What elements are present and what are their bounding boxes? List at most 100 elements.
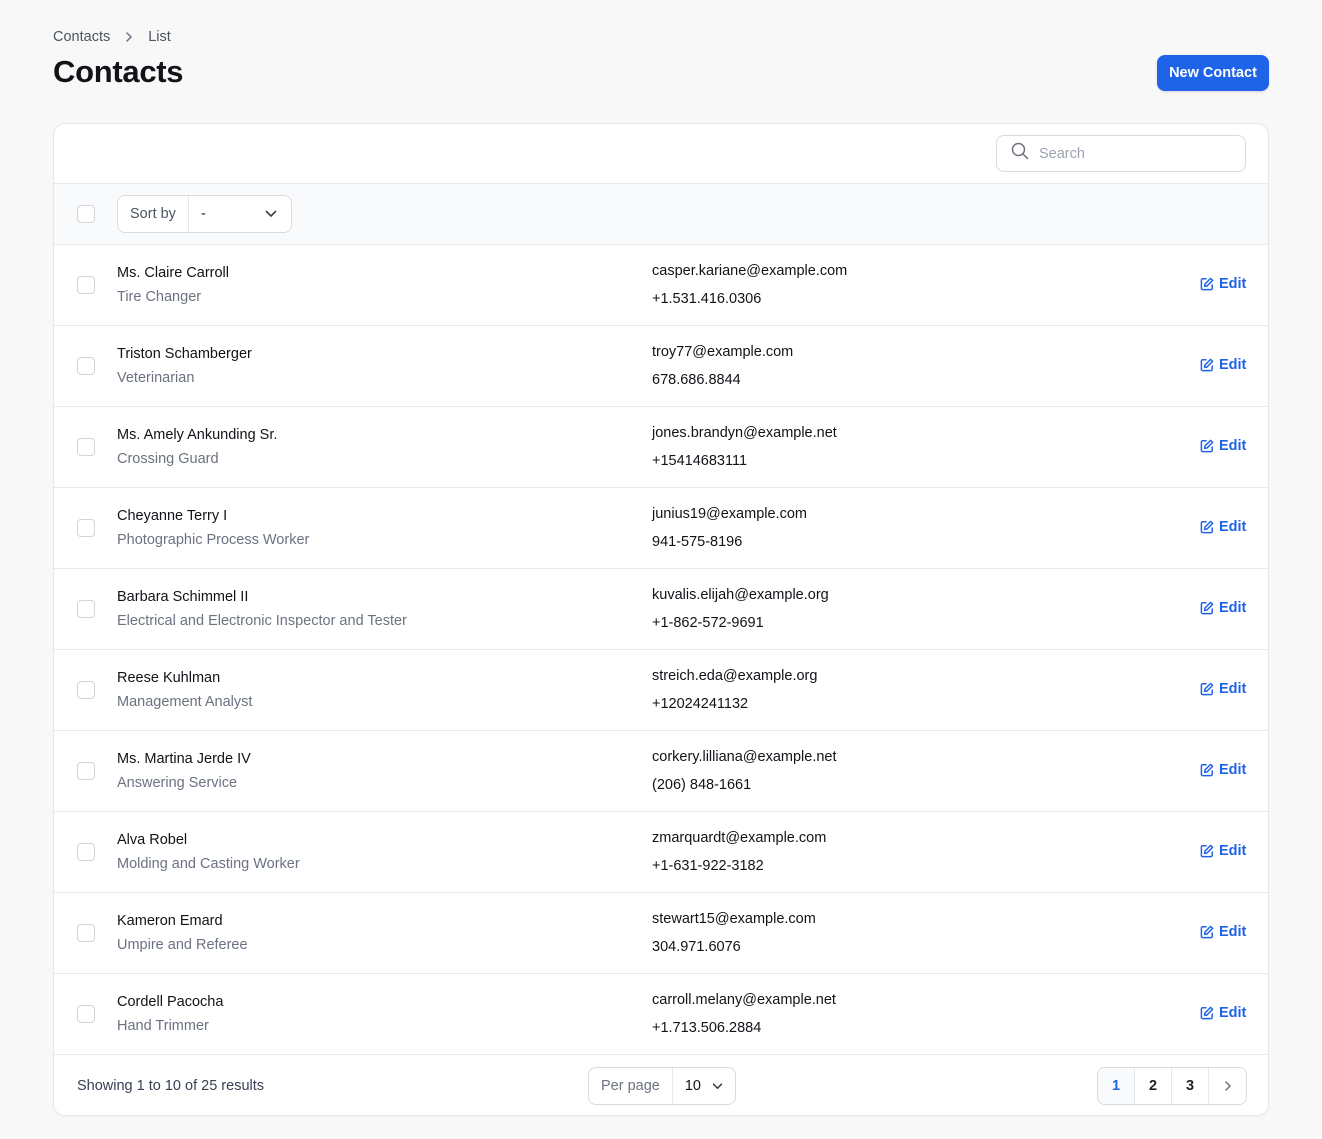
- edit-label: Edit: [1219, 1005, 1247, 1021]
- edit-icon: [1200, 439, 1214, 453]
- edit-button[interactable]: Edit: [1200, 276, 1246, 292]
- contact-job: Molding and Casting Worker: [117, 856, 300, 872]
- row-checkbox[interactable]: [77, 843, 95, 861]
- table-row: Barbara Schimmel II Electrical and Electr…: [54, 569, 1268, 650]
- edit-button[interactable]: Edit: [1200, 681, 1246, 697]
- table-row: Kameron Emard Umpire and Referee stewart15…: [54, 893, 1268, 974]
- contact-name: Triston Schamberger: [117, 346, 252, 362]
- table-row: Ms. Claire Carroll Tire Changer casper.kar…: [54, 245, 1268, 326]
- contacts-table: Sort by - Ms. Claire Carroll Tire Changer…: [53, 123, 1269, 1116]
- search-icon: [1011, 142, 1029, 165]
- contact-job: Crossing Guard: [117, 451, 219, 467]
- breadcrumb-list: List: [148, 29, 171, 45]
- table-row: Triston Schamberger Veterinarian troy77@ex…: [54, 326, 1268, 407]
- contact-email: troy77@example.com: [652, 344, 794, 360]
- contact-email: junius19@example.com: [652, 506, 807, 522]
- contact-name: Cheyanne Terry I: [117, 508, 228, 524]
- row-checkbox[interactable]: [77, 438, 95, 456]
- contact-email: carroll.melany@example.net: [652, 992, 836, 1008]
- row-checkbox[interactable]: [77, 762, 95, 780]
- contact-job: Photographic Process Worker: [117, 532, 310, 548]
- page-2-button[interactable]: 2: [1135, 1068, 1172, 1104]
- edit-icon: [1200, 601, 1214, 615]
- chevron-down-icon: [265, 206, 277, 222]
- contact-phone: +15414683111: [652, 453, 748, 469]
- new-contact-button[interactable]: New Contact: [1157, 55, 1269, 91]
- edit-button[interactable]: Edit: [1200, 924, 1246, 940]
- contact-email: corkery.lilliana@example.net: [652, 749, 837, 765]
- sort-control: Sort by -: [117, 195, 292, 233]
- row-checkbox[interactable]: [77, 1005, 95, 1023]
- table-row: Alva Robel Molding and Casting Worker zmar…: [54, 812, 1268, 893]
- contact-email: zmarquardt@example.com: [652, 830, 827, 846]
- row-checkbox[interactable]: [77, 276, 95, 294]
- search-box[interactable]: [996, 135, 1246, 172]
- select-all-checkbox[interactable]: [77, 205, 95, 223]
- table-body: Ms. Claire Carroll Tire Changer casper.kar…: [54, 245, 1268, 1055]
- edit-icon: [1200, 358, 1214, 372]
- sort-value: -: [200, 206, 206, 222]
- page-1-button[interactable]: 1: [1098, 1068, 1135, 1104]
- sort-select[interactable]: -: [189, 196, 291, 232]
- contact-phone: +12024241132: [652, 696, 749, 712]
- pagination: 1 2 3: [1097, 1067, 1247, 1105]
- contact-name: Barbara Schimmel II: [117, 589, 249, 605]
- row-checkbox[interactable]: [77, 600, 95, 618]
- contact-name: Cordell Pacocha: [117, 994, 224, 1010]
- contact-email: streich.eda@example.org: [652, 668, 818, 684]
- edit-button[interactable]: Edit: [1200, 843, 1246, 859]
- breadcrumb-contacts[interactable]: Contacts: [53, 29, 110, 45]
- edit-label: Edit: [1219, 519, 1247, 535]
- page-3-button[interactable]: 3: [1172, 1068, 1209, 1104]
- edit-label: Edit: [1219, 600, 1247, 616]
- edit-label: Edit: [1219, 924, 1247, 940]
- per-page-select[interactable]: 10: [673, 1068, 735, 1104]
- edit-button[interactable]: Edit: [1200, 519, 1246, 535]
- table-row: Cheyanne Terry I Photographic Process Wor…: [54, 488, 1268, 569]
- edit-icon: [1200, 277, 1214, 291]
- contact-phone: 304.971.6076: [652, 939, 741, 955]
- row-checkbox[interactable]: [77, 357, 95, 375]
- edit-icon: [1200, 844, 1214, 858]
- contact-email: casper.kariane@example.com: [652, 263, 848, 279]
- table-toolbar: Sort by -: [54, 184, 1268, 245]
- contact-name: Ms. Claire Carroll: [117, 265, 229, 281]
- edit-button[interactable]: Edit: [1200, 600, 1246, 616]
- edit-button[interactable]: Edit: [1200, 438, 1246, 454]
- table-row: Cordell Pacocha Hand Trimmer carroll.melan…: [54, 974, 1268, 1055]
- contact-job: Answering Service: [117, 775, 238, 791]
- contact-job: Hand Trimmer: [117, 1018, 209, 1034]
- contact-job: Management Analyst: [117, 694, 253, 710]
- contact-name: Kameron Emard: [117, 913, 223, 929]
- row-checkbox[interactable]: [77, 681, 95, 699]
- search-input[interactable]: [1039, 145, 1229, 162]
- contact-name: Alva Robel: [117, 832, 188, 848]
- contact-phone: +1.531.416.0306: [652, 291, 762, 307]
- contact-name: Ms. Martina Jerde IV: [117, 751, 251, 767]
- contact-phone: 678.686.8844: [652, 372, 741, 388]
- contact-phone: (206) 848-1661: [652, 777, 752, 793]
- edit-button[interactable]: Edit: [1200, 357, 1246, 373]
- per-page-control: Per page 10: [588, 1067, 736, 1105]
- edit-icon: [1200, 763, 1214, 777]
- edit-button[interactable]: Edit: [1200, 762, 1246, 778]
- contact-job: Electrical and Electronic Inspector and …: [117, 613, 407, 629]
- table-row: Ms. Amely Ankunding Sr. Crossing Guard jon…: [54, 407, 1268, 488]
- page-title: Contacts: [53, 54, 184, 89]
- contact-job: Umpire and Referee: [117, 937, 248, 953]
- row-checkbox[interactable]: [77, 519, 95, 537]
- sort-label: Sort by: [118, 196, 189, 232]
- per-page-label: Per page: [589, 1068, 673, 1104]
- table-row: Reese Kuhlman Management Analyst streich.e…: [54, 650, 1268, 731]
- edit-icon: [1200, 520, 1214, 534]
- edit-icon: [1200, 682, 1214, 696]
- table-header-bar: [54, 124, 1268, 184]
- edit-icon: [1200, 925, 1214, 939]
- row-checkbox[interactable]: [77, 924, 95, 942]
- next-page-button[interactable]: [1209, 1068, 1246, 1104]
- table-row: Ms. Martina Jerde IV Answering Service cor…: [54, 731, 1268, 812]
- contact-email: stewart15@example.com: [652, 911, 816, 927]
- table-footer: Showing 1 to 10 of 25 results Per page 1…: [54, 1055, 1268, 1115]
- edit-label: Edit: [1219, 276, 1247, 292]
- edit-button[interactable]: Edit: [1200, 1005, 1246, 1021]
